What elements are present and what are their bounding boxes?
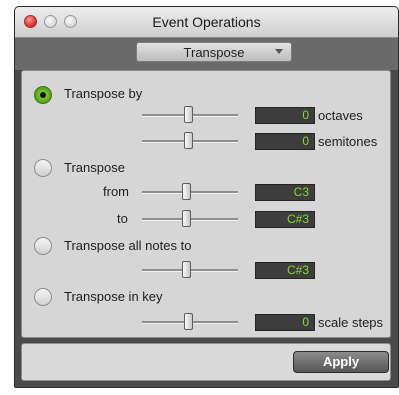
semitones-value[interactable]: 0	[255, 133, 315, 150]
transpose-all-slider[interactable]	[142, 261, 238, 279]
transpose-range-label: Transpose	[64, 160, 125, 175]
semitones-unit: semitones	[318, 134, 378, 149]
from-slider[interactable]	[142, 183, 238, 201]
octaves-unit: octaves	[318, 108, 363, 123]
from-label: from	[103, 184, 129, 199]
from-value[interactable]: C3	[255, 184, 315, 201]
slider-thumb[interactable]	[182, 210, 191, 227]
options-panel: Transpose by 0 octaves 0 semitones Trans…	[21, 70, 391, 338]
transpose-all-label: Transpose all notes to	[64, 238, 192, 253]
slider-thumb[interactable]	[182, 261, 191, 278]
transpose-all-value[interactable]: C#3	[255, 262, 315, 279]
slider-thumb[interactable]	[184, 313, 193, 330]
octaves-value[interactable]: 0	[255, 107, 315, 124]
scale-steps-value[interactable]: 0	[255, 314, 315, 331]
to-label: to	[117, 211, 128, 226]
operation-select-label: Transpose	[183, 45, 245, 60]
to-slider[interactable]	[142, 210, 238, 228]
apply-button[interactable]: Apply	[293, 351, 389, 373]
radio-transpose-by[interactable]	[34, 86, 52, 104]
slider-thumb[interactable]	[184, 132, 193, 149]
scale-steps-unit: scale steps	[318, 315, 384, 330]
transpose-in-key-label: Transpose in key	[64, 289, 163, 304]
operation-select[interactable]: Transpose	[136, 42, 292, 62]
scale-steps-slider[interactable]	[142, 313, 238, 331]
transpose-by-label: Transpose by	[64, 86, 143, 101]
operation-toolbar: Transpose	[15, 38, 398, 70]
octaves-slider[interactable]	[142, 106, 238, 124]
slider-thumb[interactable]	[182, 183, 191, 200]
radio-transpose-in-key[interactable]	[34, 288, 52, 306]
semitones-slider[interactable]	[142, 132, 238, 150]
radio-transpose-range[interactable]	[34, 159, 52, 177]
radio-transpose-all[interactable]	[34, 237, 52, 255]
button-bar: Apply	[21, 343, 391, 381]
to-value[interactable]: C#3	[255, 211, 315, 228]
window-title: Event Operations	[152, 14, 261, 30]
slider-thumb[interactable]	[184, 106, 193, 123]
event-operations-window: Event Operations Transpose Transpose by …	[14, 6, 399, 388]
title-bar: Event Operations	[15, 7, 398, 38]
chevron-down-icon	[275, 49, 283, 54]
